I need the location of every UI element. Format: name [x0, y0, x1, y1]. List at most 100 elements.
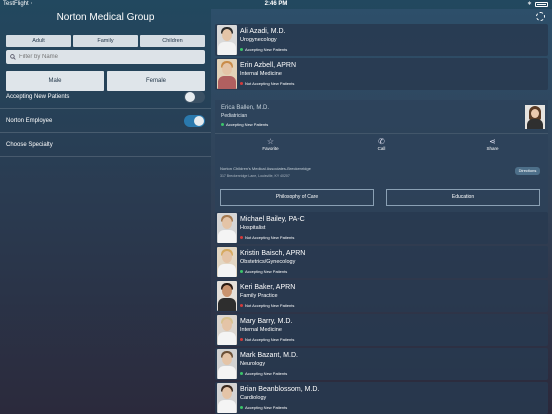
practice-address: 317 Breckenridge Lane, Louisville, KY 40…	[220, 174, 290, 178]
doctor-name: Keri Baker, APRN	[240, 284, 296, 291]
share-icon: ⋖	[489, 137, 496, 146]
doctor-name: Mark Bazant, M.D.	[240, 352, 298, 359]
doctor-specialty: Neurology	[240, 361, 266, 367]
doctor-name: Mary Barry, M.D.	[240, 318, 293, 325]
doctor-card[interactable]: Michael Bailey, PA-C Hospitalist Not Acc…	[215, 212, 548, 244]
status-dot-icon	[240, 406, 243, 409]
doctor-photo	[217, 281, 237, 311]
status-text: Accepting New Patients	[245, 405, 288, 410]
favorite-button[interactable]: ☆ Favorite	[215, 134, 326, 155]
norton-employee-toggle[interactable]	[184, 115, 205, 127]
doctor-photo	[217, 247, 237, 277]
doctor-card[interactable]: Erin Azbell, APRN Internal Medicine Not …	[215, 58, 548, 90]
status-text: Not Accepting New Patients	[245, 81, 295, 86]
bluetooth-icon: ∗	[526, 1, 532, 7]
status-dot-icon	[240, 304, 243, 307]
status-text: Not Accepting New Patients	[245, 235, 295, 240]
star-icon: ☆	[266, 137, 275, 146]
doctor-specialty: Hospitalist	[240, 225, 266, 231]
settings-icon[interactable]	[536, 12, 545, 21]
acceptance-status: Accepting New Patients	[240, 47, 287, 52]
doctor-photo	[217, 349, 237, 379]
segment-adult[interactable]: Adult	[6, 35, 71, 47]
status-dot-icon	[240, 372, 243, 375]
action-label: Share	[486, 146, 499, 151]
acceptance-status: Accepting New Patients	[240, 371, 287, 376]
detail-header[interactable]: Erica Ballen, M.D. Pediatrician Acceptin…	[215, 100, 548, 133]
doctor-card[interactable]: Brian Beanblossom, M.D. Cardiology Accep…	[215, 382, 548, 414]
filter-choose-specialty[interactable]: Choose Specialty	[0, 133, 211, 157]
search-box[interactable]	[6, 50, 205, 64]
status-text: Accepting New Patients	[245, 371, 288, 376]
acceptance-status: Not Accepting New Patients	[240, 337, 294, 342]
directions-button[interactable]: Directions	[515, 167, 540, 175]
doctor-name: Kristin Baisch, APRN	[240, 250, 306, 257]
status-dot-icon	[240, 338, 243, 341]
detail-actions: ☆ Favorite ✆ Call ⋖ Share	[215, 133, 548, 155]
action-label: Call	[377, 146, 386, 151]
acceptance-status: Not Accepting New Patients	[240, 81, 294, 86]
doctor-list-pane: Ali Azadi, M.D. Urogynecology Accepting …	[211, 9, 552, 414]
philosophy-of-care-button[interactable]: Philosophy of Care	[220, 189, 374, 206]
doctor-card[interactable]: Keri Baker, APRN Family Practice Not Acc…	[215, 280, 548, 312]
doctor-card[interactable]: Mark Bazant, M.D. Neurology Accepting Ne…	[215, 348, 548, 380]
doctor-name: Michael Bailey, PA-C	[240, 216, 305, 223]
accepting-new-patients-toggle[interactable]	[184, 91, 205, 103]
status-dot-icon	[221, 123, 224, 126]
doctor-specialty: Cardiology	[240, 395, 267, 401]
segment-children[interactable]: Children	[140, 35, 205, 47]
doctor-card[interactable]: Mary Barry, M.D. Internal Medicine Not A…	[215, 314, 548, 346]
doctor-photo	[217, 213, 237, 243]
filter-norton-employee[interactable]: Norton Employee	[0, 109, 211, 133]
call-button[interactable]: ✆ Call	[326, 134, 437, 155]
acceptance-status: Accepting New Patients	[221, 122, 268, 127]
acceptance-status: Accepting New Patients	[240, 269, 287, 274]
doctor-card[interactable]: Ali Azadi, M.D. Urogynecology Accepting …	[215, 24, 548, 56]
status-text: Not Accepting New Patients	[245, 337, 295, 342]
segment-family[interactable]: Family	[73, 35, 138, 47]
doctor-specialty: Internal Medicine	[240, 71, 282, 77]
age-segment-control: Adult Family Children	[6, 35, 205, 47]
action-label: Favorite	[262, 146, 279, 151]
acceptance-status: Not Accepting New Patients	[240, 303, 294, 308]
filter-pane: Norton Medical Group Adult Family Childr…	[0, 9, 211, 414]
doctor-specialty: Pediatrician	[221, 113, 248, 119]
filter-label: Accepting New Patients	[6, 94, 70, 100]
doctor-photo	[217, 59, 237, 89]
status-dot-icon	[240, 82, 243, 85]
filter-label: Norton Employee	[6, 118, 53, 124]
status-dot-icon	[240, 236, 243, 239]
doctor-name: Erin Azbell, APRN	[240, 62, 297, 69]
phone-icon: ✆	[378, 137, 385, 146]
share-button[interactable]: ⋖ Share	[437, 134, 548, 155]
doctor-specialty: Family Practice	[240, 293, 278, 299]
search-input[interactable]	[19, 54, 199, 60]
filter-label: Choose Specialty	[6, 142, 53, 148]
doctor-specialty: Obstetrics/Gynecology	[240, 259, 296, 265]
doctor-photo	[525, 105, 545, 129]
status-text: Accepting New Patients	[245, 47, 288, 52]
status-time: 2:46 PM	[264, 1, 288, 7]
status-dot-icon	[240, 270, 243, 273]
doctor-specialty: Internal Medicine	[240, 327, 282, 333]
battery-icon	[535, 2, 548, 7]
doctor-photo	[217, 383, 237, 413]
status-text: Accepting New Patients	[226, 122, 269, 127]
status-dot-icon	[240, 48, 243, 51]
acceptance-status: Not Accepting New Patients	[240, 235, 294, 240]
doctor-card[interactable]: Kristin Baisch, APRN Obstetrics/Gynecolo…	[215, 246, 548, 278]
status-bar: TestFlight ⋅ 2:46 PM ∗	[0, 0, 552, 9]
filter-accepting-new-patients[interactable]: Accepting New Patients	[0, 85, 211, 109]
acceptance-status: Accepting New Patients	[240, 405, 287, 410]
practice-name: Norton Children's Medical Associates-Bre…	[220, 166, 311, 171]
doctor-name: Erica Ballen, M.D.	[221, 105, 270, 111]
app-title: Norton Medical Group	[56, 12, 155, 23]
doctor-specialty: Urogynecology	[240, 37, 277, 43]
status-right: ∗	[527, 0, 548, 9]
search-icon	[10, 54, 16, 60]
doctor-photo	[217, 25, 237, 55]
education-button[interactable]: Education	[386, 189, 540, 206]
status-text: Accepting New Patients	[245, 269, 288, 274]
doctor-name: Brian Beanblossom, M.D.	[240, 386, 320, 393]
doctor-name: Ali Azadi, M.D.	[240, 28, 286, 35]
